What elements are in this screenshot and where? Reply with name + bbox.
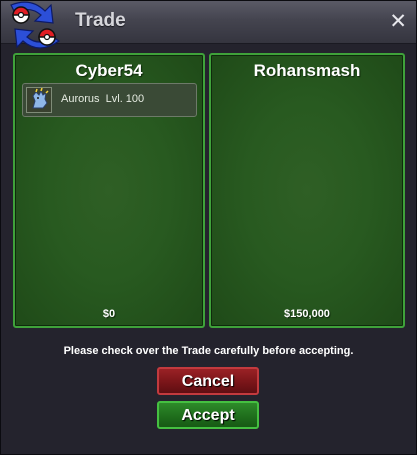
aurorus-sprite-icon <box>26 87 52 113</box>
their-offer-panel: Rohansmash $150,000 <box>209 53 405 328</box>
trade-item-slot[interactable]: Aurorus Lvl. 100 <box>22 83 197 117</box>
cancel-button[interactable]: Cancel <box>157 367 259 395</box>
window-title: Trade <box>75 10 126 31</box>
money-left: $0 <box>102 308 116 320</box>
trade-arrows-pokeball-icon <box>10 1 61 49</box>
trade-window: Trade ✕ Cyber54 Aurorus Lvl. 100 $0 Roha… <box>0 0 417 455</box>
trade-item-label: Aurorus Lvl. 100 <box>61 93 145 105</box>
money-right: $150,000 <box>284 308 330 320</box>
close-icon[interactable]: ✕ <box>389 11 407 32</box>
trade-notice: Please check over the Trade carefully be… <box>63 345 354 357</box>
player-name-right: Rohansmash <box>253 61 361 80</box>
your-offer-panel: Cyber54 Aurorus Lvl. 100 $0 <box>13 53 205 328</box>
player-name-left: Cyber54 <box>75 61 143 80</box>
accept-button[interactable]: Accept <box>157 401 259 429</box>
